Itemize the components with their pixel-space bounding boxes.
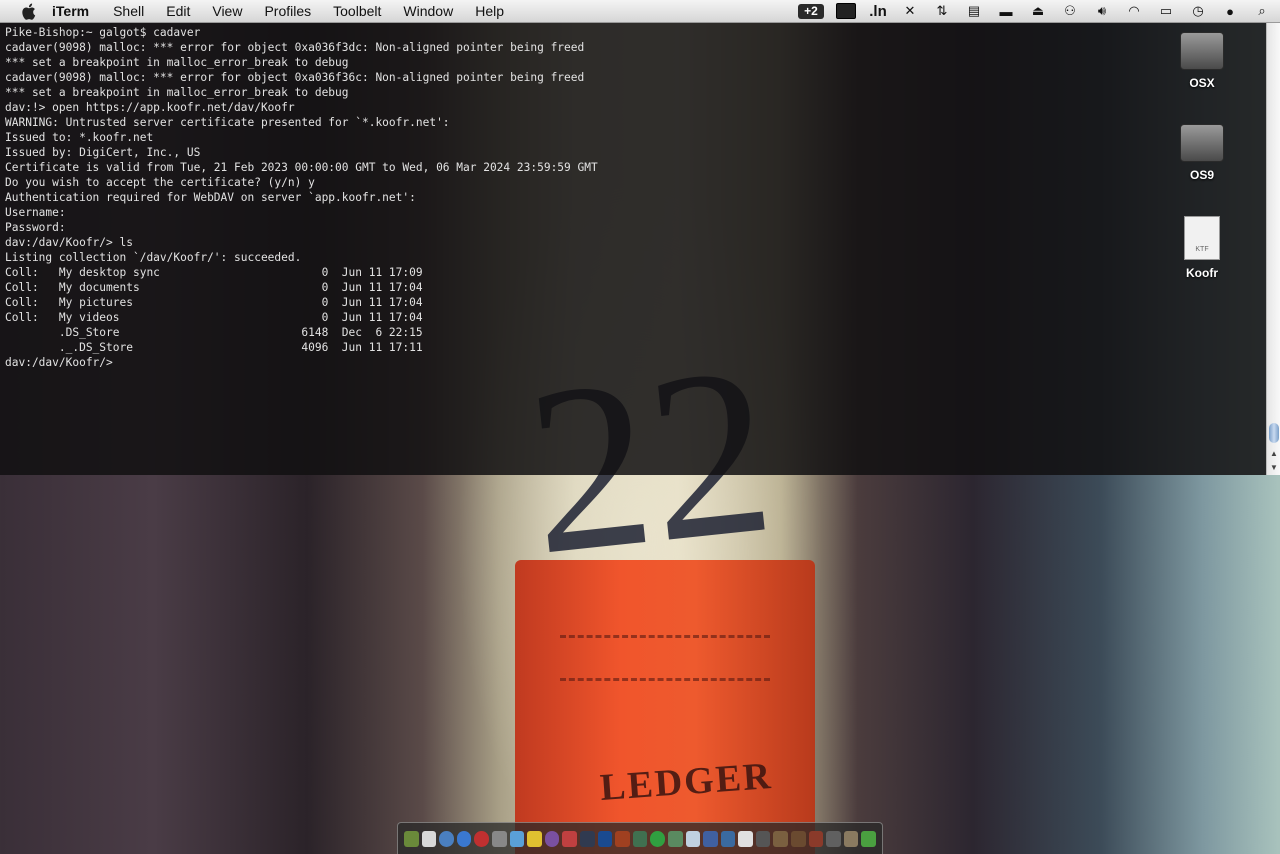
dock-app-icon[interactable]	[404, 830, 419, 847]
desktop-icon-osx[interactable]: OSX	[1172, 32, 1232, 90]
dock-app-icon[interactable]	[808, 830, 824, 847]
dock-globe-icon[interactable]	[439, 830, 454, 847]
dock-app-icon[interactable]	[615, 830, 630, 847]
terminal-line: Coll: My documents 0 Jun 11 17:04	[5, 281, 423, 294]
terminal-scrollbar[interactable]: ▲ ▼	[1266, 23, 1280, 475]
display-icon[interactable]: ▬	[996, 2, 1016, 20]
eject-icon[interactable]: ⏏	[1028, 2, 1048, 20]
volume-icon[interactable]: 🔊︎	[1092, 2, 1112, 20]
battery-icon[interactable]: ▭	[1156, 2, 1176, 20]
terminal-line: .DS_Store 6148 Dec 6 22:15	[5, 326, 423, 339]
dock-photo-icon[interactable]	[509, 830, 525, 847]
dock-app-icon[interactable]	[826, 830, 841, 847]
terminal-line: Do you wish to accept the certificate? (…	[5, 176, 315, 189]
hard-drive-icon	[1180, 32, 1224, 70]
spotlight-search-icon[interactable]: ⌕	[1252, 2, 1272, 20]
menu-profiles[interactable]: Profiles	[264, 3, 311, 19]
terminal-line: Authentication required for WebDAV on se…	[5, 191, 416, 204]
shuffle-icon[interactable]: ✕	[900, 2, 920, 20]
wallpaper-ornament	[560, 635, 770, 681]
dock	[397, 822, 883, 854]
status-count-badge[interactable]: +2	[798, 3, 824, 19]
binoculars-icon[interactable]: ⚇	[1060, 2, 1080, 20]
menu-bar: iTerm Shell Edit View Profiles Toolbelt …	[0, 0, 1280, 23]
dock-app-icon[interactable]	[720, 830, 736, 847]
dock-app-icon[interactable]	[544, 830, 560, 847]
terminal-line: cadaver(9098) malloc: *** error for obje…	[5, 41, 585, 54]
terminal-line: Listing collection `/dav/Koofr/': succee…	[5, 251, 302, 264]
terminal-output[interactable]: Pike-Bishop:~ galgot$ cadaver cadaver(909…	[0, 23, 1266, 475]
dock-trash-icon[interactable]	[861, 830, 877, 847]
terminal-line: WARNING: Untrusted server certificate pr…	[5, 116, 450, 129]
desktop-icon-koofr[interactable]: KTF Koofr	[1172, 216, 1232, 280]
dock-safari-icon[interactable]	[456, 830, 472, 847]
dock-app-icon[interactable]	[632, 830, 648, 847]
terminal-line: *** set a breakpoint in malloc_error_bre…	[5, 86, 349, 99]
user-icon[interactable]: ●	[1220, 2, 1240, 20]
dock-app-icon[interactable]	[579, 830, 595, 847]
time-machine-icon[interactable]: ◷	[1188, 2, 1208, 20]
wallpaper-ledger-band	[515, 560, 815, 854]
terminal-line: *** set a breakpoint in malloc_error_bre…	[5, 56, 349, 69]
terminal-line: ._.DS_Store 4096 Jun 11 17:11	[5, 341, 423, 354]
wifi-icon[interactable]: ◠	[1124, 2, 1144, 20]
menu-view[interactable]: View	[212, 3, 242, 19]
desktop-icon-label: OS9	[1189, 168, 1214, 182]
scroll-up-arrow-icon[interactable]: ▲	[1267, 447, 1280, 461]
terminal-line: dav:/dav/Koofr/>	[5, 356, 113, 369]
scroll-down-arrow-icon[interactable]: ▼	[1267, 461, 1280, 475]
dock-app-icon[interactable]	[650, 830, 665, 847]
menu-extras: +2 .ln ✕ ⇅ ▤ ▬ ⏏ ⚇ 🔊︎ ◠ ▭ ◷ ● ⌕	[798, 0, 1272, 22]
desktop-icon-label: Koofr	[1186, 266, 1218, 280]
menu-shell[interactable]: Shell	[113, 3, 144, 19]
hard-drive-icon	[1180, 124, 1224, 162]
menu-app-name[interactable]: iTerm	[52, 3, 89, 19]
dock-mail-icon[interactable]	[421, 830, 437, 847]
dock-app-icon[interactable]	[843, 830, 859, 847]
clipboard-icon[interactable]: ▤	[964, 2, 984, 20]
apple-menu-icon[interactable]	[18, 1, 38, 21]
dock-app-icon[interactable]	[667, 830, 683, 847]
dock-camera-icon[interactable]	[491, 830, 507, 847]
dock-app-icon[interactable]	[527, 830, 542, 847]
sync-icon[interactable]: ⇅	[932, 2, 952, 20]
document-icon: KTF	[1184, 216, 1220, 260]
dotln-status-item[interactable]: .ln	[868, 2, 888, 20]
desktop-icon-label: OSX	[1189, 76, 1215, 90]
dock-app-icon[interactable]	[755, 830, 771, 847]
scrollbar-thumb[interactable]	[1269, 423, 1279, 443]
terminal-line: Coll: My videos 0 Jun 11 17:04	[5, 311, 423, 324]
dock-photoshop-icon[interactable]	[597, 830, 613, 847]
terminal-line: Pike-Bishop:~ galgot$ cadaver	[5, 26, 201, 39]
menu-toolbelt[interactable]: Toolbelt	[333, 3, 381, 19]
menu-window[interactable]: Window	[403, 3, 453, 19]
document-tag: KTF	[1195, 246, 1209, 253]
terminal-line: dav:/dav/Koofr/> ls	[5, 236, 133, 249]
desktop-icon-os9[interactable]: OS9	[1172, 124, 1232, 182]
terminal-line: Issued to: *.koofr.net	[5, 131, 154, 144]
dock-app-icon[interactable]	[703, 830, 718, 847]
terminal-line: cadaver(9098) malloc: *** error for obje…	[5, 71, 585, 84]
terminal-line: dav:!> open https://app.koofr.net/dav/Ko…	[5, 101, 295, 114]
dock-app-icon[interactable]	[738, 830, 753, 847]
terminal-status-icon[interactable]	[836, 2, 856, 20]
terminal-line: Coll: My pictures 0 Jun 11 17:04	[5, 296, 423, 309]
terminal-line: Password:	[5, 221, 73, 234]
apple-logo-icon	[21, 3, 35, 20]
dock-app-icon[interactable]	[685, 830, 701, 847]
terminal-line: Coll: My desktop sync 0 Jun 11 17:09	[5, 266, 423, 279]
dock-app-icon[interactable]	[773, 830, 789, 847]
dock-app-icon[interactable]	[791, 830, 806, 847]
menu-help[interactable]: Help	[475, 3, 504, 19]
dock-app-icon[interactable]	[474, 830, 489, 847]
terminal-line: Issued by: DigiCert, Inc., US	[5, 146, 201, 159]
terminal-line: Username:	[5, 206, 73, 219]
terminal-line: Certificate is valid from Tue, 21 Feb 20…	[5, 161, 598, 174]
dock-app-icon[interactable]	[562, 830, 577, 847]
menu-edit[interactable]: Edit	[166, 3, 190, 19]
